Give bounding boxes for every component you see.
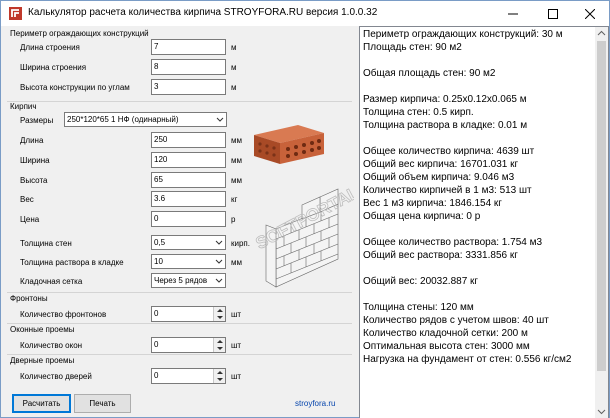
brick-width-label: Ширина [20, 156, 50, 165]
scrollbar-thumb[interactable] [597, 41, 606, 371]
mesh-value: Через 5 рядов [154, 276, 208, 285]
brick-group-title: Кирпич [10, 102, 37, 111]
chevron-down-icon [216, 117, 224, 122]
minimize-button[interactable] [493, 1, 533, 26]
brick-price-label: Цена [20, 215, 40, 224]
mesh-label: Кладочная сетка [20, 277, 83, 286]
doors-group-title: Дверные проемы [10, 356, 75, 365]
brick-length-unit: мм [231, 136, 242, 145]
gables-group-title: Фронтоны [10, 294, 48, 303]
windows-count-label: Количество окон [20, 341, 83, 350]
brick-height-label: Высота [20, 176, 48, 185]
spin-up-icon[interactable] [216, 370, 224, 375]
brick-weight-label: Вес [20, 195, 34, 204]
wall-thickness-unit: кирп. [231, 239, 250, 248]
spin-down-icon[interactable] [216, 315, 224, 320]
app-logo-icon [9, 7, 22, 20]
spin-down-icon[interactable] [216, 377, 224, 382]
app-window: Калькулятор расчета количества кирпича S… [0, 0, 610, 418]
building-width-unit: м [231, 63, 237, 72]
gables-count-unit: шт [231, 310, 242, 319]
separator [7, 323, 352, 324]
chevron-down-icon [215, 278, 223, 283]
spin-up-icon[interactable] [216, 339, 224, 344]
scroll-down-icon[interactable] [597, 407, 606, 416]
minimize-icon [508, 13, 518, 14]
close-button[interactable] [570, 1, 610, 26]
vertical-scrollbar[interactable] [595, 27, 608, 418]
mesh-select[interactable]: Через 5 рядов [151, 273, 226, 288]
corner-height-label: Высота конструкции по углам [20, 83, 130, 92]
brick-weight-unit: кг [231, 195, 238, 204]
doors-count-unit: шт [231, 372, 242, 381]
wall-thickness-select[interactable]: 0,5 [151, 235, 226, 250]
mortar-thickness-select[interactable]: 10 [151, 254, 226, 269]
results-text: Периметр ограждающих конструкций: 30 м П… [363, 29, 572, 365]
chevron-down-icon [215, 259, 223, 264]
window-title: Калькулятор расчета количества кирпича S… [28, 7, 378, 18]
brick-size-select[interactable]: 250*120*65 1 НФ (одинарный) [64, 112, 227, 127]
wall-thickness-value: 0,5 [154, 238, 166, 247]
spin-up-icon[interactable] [216, 308, 224, 313]
wall-thickness-label: Толщина стен [20, 239, 72, 248]
windows-group-title: Оконные проемы [10, 325, 75, 334]
title-bar: Калькулятор расчета количества кирпича S… [1, 1, 609, 26]
perimeter-group-title: Периметр ограждающих конструкций [10, 29, 149, 38]
mortar-thickness-value: 10 [154, 257, 163, 266]
windows-count-value: 0 [154, 340, 159, 349]
results-textarea[interactable]: Периметр ограждающих конструкций: 30 м П… [359, 26, 609, 418]
separator [7, 292, 352, 293]
spin-down-icon[interactable] [216, 346, 224, 351]
site-link[interactable]: stroyfora.ru [295, 399, 335, 408]
doors-count-value: 0 [154, 371, 159, 380]
stepper-buttons [213, 307, 225, 321]
brick-length-input[interactable]: 250 [151, 132, 226, 148]
input-panel: Периметр ограждающих конструкций Длина с… [1, 26, 356, 418]
stepper-buttons [213, 369, 225, 383]
brick-height-unit: мм [231, 176, 242, 185]
stepper-buttons [213, 338, 225, 352]
brick-price-input[interactable]: 0 [151, 211, 226, 227]
corner-height-input[interactable]: 3 [151, 79, 226, 95]
print-button[interactable]: Печать [74, 394, 131, 413]
calculate-button[interactable]: Расчитать [12, 394, 71, 413]
brick-height-input[interactable]: 65 [151, 172, 226, 188]
building-length-label: Длина строения [20, 43, 80, 52]
brick-size-label: Размеры [20, 116, 54, 125]
brick-weight-input[interactable]: 3.6 [151, 191, 226, 207]
corner-height-unit: м [231, 83, 237, 92]
close-icon [585, 8, 595, 19]
doors-count-stepper[interactable]: 0 [151, 368, 226, 384]
doors-count-label: Количество дверей [20, 372, 92, 381]
separator [7, 101, 352, 102]
mortar-thickness-unit: мм [231, 258, 242, 267]
maximize-icon [548, 8, 558, 19]
scroll-up-icon[interactable] [597, 29, 606, 38]
gables-count-stepper[interactable]: 0 [151, 306, 226, 322]
gables-count-label: Количество фронтонов [20, 310, 107, 319]
brick-width-input[interactable]: 120 [151, 152, 226, 168]
brick-length-label: Длина [20, 136, 44, 145]
chevron-down-icon [215, 240, 223, 245]
brick-width-unit: мм [231, 156, 242, 165]
mortar-thickness-label: Толщина раствора в кладке [20, 258, 124, 267]
brick-price-unit: р [231, 215, 236, 224]
separator [7, 354, 352, 355]
windows-count-stepper[interactable]: 0 [151, 337, 226, 353]
brick-size-value: 250*120*65 1 НФ (одинарный) [67, 115, 179, 124]
brick-image [254, 125, 324, 164]
building-width-input[interactable]: 8 [151, 59, 226, 75]
windows-count-unit: шт [231, 341, 242, 350]
brick-illustration: SOFTPORTAL [252, 125, 354, 288]
building-length-input[interactable]: 7 [151, 39, 226, 55]
gables-count-value: 0 [154, 309, 159, 318]
building-width-label: Ширина строения [20, 63, 87, 72]
maximize-button[interactable] [533, 1, 573, 26]
building-length-unit: м [231, 43, 237, 52]
